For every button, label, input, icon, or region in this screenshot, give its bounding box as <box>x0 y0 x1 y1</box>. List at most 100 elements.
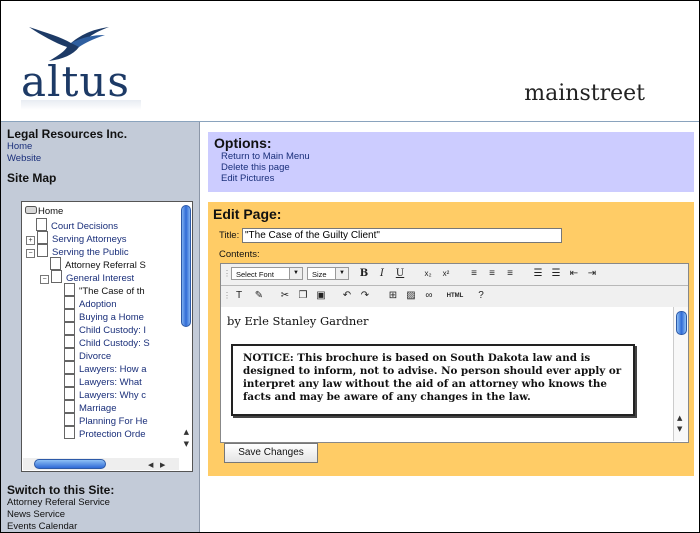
tree-item[interactable]: "The Case of th <box>64 283 145 297</box>
logo-reflection <box>21 100 141 110</box>
toolbar-grip-icon: ⋮ <box>223 269 231 278</box>
redo-icon[interactable]: ↷ <box>357 289 373 303</box>
site-map-tree[interactable]: Home Court Decisions + Serving Attorneys … <box>21 201 193 472</box>
tree-item[interactable]: Attorney Referral S <box>50 257 146 271</box>
page-icon <box>50 257 61 270</box>
tree-item[interactable]: + Serving Attorneys <box>26 231 126 245</box>
editor-content-area[interactable]: by Erle Stanley Gardner NOTICE: This bro… <box>221 307 673 441</box>
size-select[interactable]: Size ▼ <box>307 267 349 280</box>
html-source-button[interactable]: HTML <box>443 289 467 303</box>
page-icon <box>37 231 48 244</box>
edit-pictures-link[interactable]: Edit Pictures <box>208 173 694 184</box>
tree-item[interactable]: Divorce <box>64 348 111 362</box>
tree-item[interactable]: Lawyers: Why c <box>64 387 146 401</box>
page-icon <box>64 335 75 348</box>
delete-page-link[interactable]: Delete this page <box>208 162 694 173</box>
notice-box: NOTICE: This brochure is based on South … <box>231 344 635 416</box>
tree-item[interactable]: Lawyers: What <box>64 374 142 388</box>
tree-item[interactable]: Marriage <box>64 400 117 414</box>
page-frame: altus mainstreet Legal Resources Inc. Ho… <box>0 0 700 533</box>
chevron-down-icon: ▼ <box>335 268 348 279</box>
scroll-right-arrow-icon[interactable]: ▶ <box>160 461 165 469</box>
page-icon <box>64 387 75 400</box>
page-icon <box>37 244 48 257</box>
switch-link-events[interactable]: Events Calendar <box>1 521 199 532</box>
cut-icon[interactable]: ✂ <box>277 289 293 303</box>
switch-link-news[interactable]: News Service <box>1 509 199 521</box>
org-title: Legal Resources Inc. <box>7 127 128 141</box>
return-main-menu-link[interactable]: Return to Main Menu <box>208 151 694 162</box>
align-right-icon[interactable]: ≡ <box>503 267 517 281</box>
tree-item[interactable]: Lawyers: How a <box>64 361 147 375</box>
tree-item[interactable]: Planning For He <box>64 413 148 427</box>
page-icon <box>64 361 75 374</box>
page-icon <box>64 309 75 322</box>
italic-button[interactable]: I <box>375 267 389 281</box>
page-icon <box>64 322 75 335</box>
align-center-icon[interactable]: ≡ <box>485 267 499 281</box>
sidebar-link-home[interactable]: Home <box>1 141 199 153</box>
tree-item[interactable]: Adoption <box>64 296 117 310</box>
font-select[interactable]: Select Font ▼ <box>231 267 303 280</box>
options-panel: Options: Return to Main Menu Delete this… <box>208 132 694 192</box>
background-color-icon[interactable]: ✎ <box>251 289 267 303</box>
switch-link-attorney-referal[interactable]: Attorney Referal Service <box>1 497 199 509</box>
tree-item[interactable]: − General Interest <box>40 270 134 284</box>
chevron-down-icon: ▼ <box>289 268 302 279</box>
save-changes-button[interactable]: Save Changes <box>224 443 318 463</box>
folder-icon <box>25 206 37 214</box>
tree-item-home[interactable]: Home <box>25 205 63 218</box>
switch-site-heading: Switch to this Site: <box>7 483 115 497</box>
editor-toolbar-row-2: ⋮ T ✎ ✂ ❐ ▣ ↶ ↷ ⊞ ▨ ∞ HTML ? <box>221 286 688 308</box>
tree-item[interactable]: − Serving the Public <box>26 244 129 258</box>
tree-item[interactable]: Court Decisions <box>36 218 118 232</box>
page-icon <box>64 348 75 361</box>
copy-icon[interactable]: ❐ <box>295 289 311 303</box>
title-input[interactable]: "The Case of the Guilty Client" <box>242 228 562 243</box>
subscript-icon[interactable]: x₂ <box>421 267 435 281</box>
tree-item[interactable]: Buying a Home <box>64 309 144 323</box>
editor-vertical-scrollbar[interactable]: ▲ ▼ <box>673 307 688 441</box>
help-icon[interactable]: ? <box>473 289 489 303</box>
text-color-icon[interactable]: T <box>231 289 247 303</box>
page-icon <box>51 270 62 283</box>
numbered-list-icon[interactable]: ☰ <box>549 267 563 281</box>
page-icon <box>64 374 75 387</box>
tree-item[interactable]: Child Custody: I <box>64 322 146 336</box>
sidebar-link-website[interactable]: Website <box>1 153 199 165</box>
editor-scroll-thumb[interactable] <box>676 311 687 335</box>
collapse-icon[interactable]: − <box>26 249 35 258</box>
image-icon[interactable]: ▨ <box>403 289 419 303</box>
scroll-down-arrow-icon[interactable]: ▼ <box>184 440 189 448</box>
outdent-icon[interactable]: ⇤ <box>567 267 581 281</box>
header: altus mainstreet <box>1 1 699 121</box>
link-icon[interactable]: ∞ <box>421 289 437 303</box>
table-icon[interactable]: ⊞ <box>385 289 401 303</box>
align-left-icon[interactable]: ≡ <box>467 267 481 281</box>
underline-button[interactable]: U <box>393 267 407 281</box>
scroll-down-arrow-icon[interactable]: ▼ <box>677 425 682 433</box>
bulleted-list-icon[interactable]: ☰ <box>531 267 545 281</box>
site-map-heading: Site Map <box>7 171 57 185</box>
paste-icon[interactable]: ▣ <box>313 289 329 303</box>
contents-label: Contents: <box>219 249 260 260</box>
indent-icon[interactable]: ⇥ <box>585 267 599 281</box>
title-label: Title: <box>219 230 240 241</box>
undo-icon[interactable]: ↶ <box>339 289 355 303</box>
tree-item[interactable]: Protection Orde <box>64 426 146 440</box>
superscript-icon[interactable]: x² <box>439 267 453 281</box>
bold-button[interactable]: B <box>357 267 371 281</box>
scroll-up-arrow-icon[interactable]: ▲ <box>184 428 189 436</box>
collapse-icon[interactable]: − <box>40 275 49 284</box>
tree-vertical-scroll-thumb[interactable] <box>181 205 191 327</box>
page-icon <box>64 400 75 413</box>
scroll-left-arrow-icon[interactable]: ◀ <box>148 461 153 469</box>
scroll-up-arrow-icon[interactable]: ▲ <box>677 414 682 422</box>
tree-item[interactable]: Child Custody: S <box>64 335 150 349</box>
page-icon <box>64 413 75 426</box>
byline-text: by Erle Stanley Gardner <box>227 314 369 328</box>
toolbar-grip-icon: ⋮ <box>223 291 231 300</box>
sidebar: Legal Resources Inc. Home Website Site M… <box>1 122 200 532</box>
page-icon <box>64 283 75 296</box>
tree-horizontal-scroll-thumb[interactable] <box>34 459 106 469</box>
